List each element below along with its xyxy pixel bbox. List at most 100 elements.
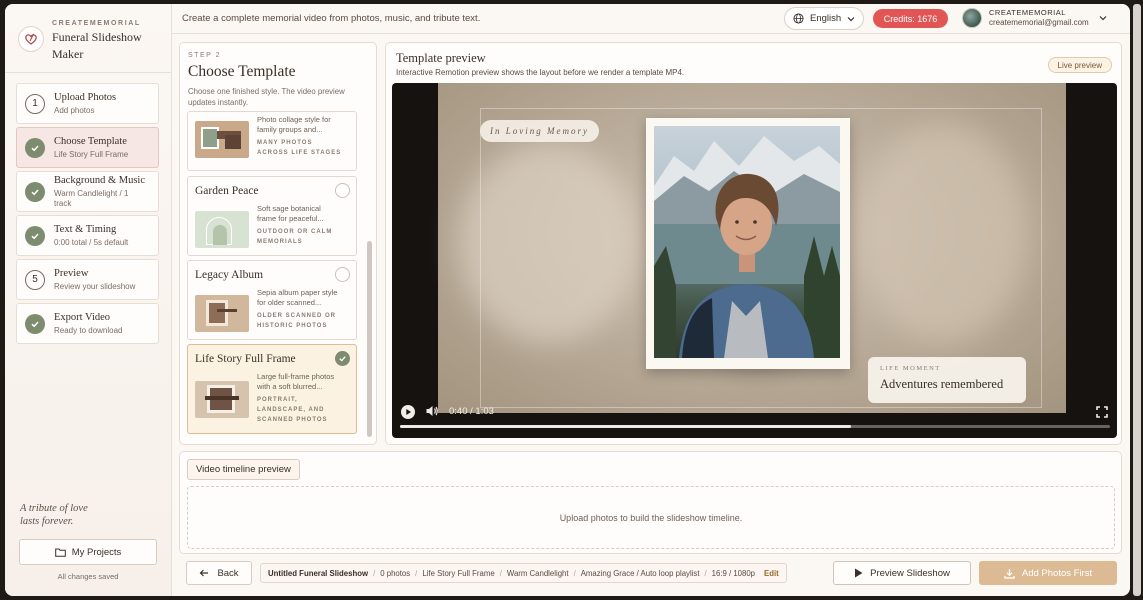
template-description-line-1: Soft sage botanical (257, 204, 321, 213)
step-title: Choose Template (54, 135, 127, 147)
template-panel-title: Choose Template (188, 63, 296, 80)
video-progress-track[interactable] (400, 425, 1110, 428)
template-description-line-1: Large full-frame photos (257, 372, 335, 381)
memory-pill: In Loving Memory (480, 120, 599, 142)
save-status: All changes saved (57, 572, 119, 581)
template-tag-line-1: OUTDOOR OR CALM (257, 229, 333, 235)
credits-badge[interactable]: Credits: 1676 (873, 9, 948, 28)
step-choose-template[interactable]: Choose Template Life Story Full Frame (16, 127, 159, 168)
template-card-collage[interactable]: Photo collage style for family groups an… (187, 111, 357, 171)
avatar (962, 8, 982, 28)
check-icon (25, 225, 45, 246)
tagline: Create a complete memorial video from ph… (182, 13, 481, 24)
life-moment-label: LIFE MOMENT (880, 365, 941, 372)
my-projects-button[interactable]: My Projects (19, 539, 157, 565)
template-name: Legacy Album (195, 269, 264, 281)
preview-title: Template preview (396, 51, 486, 65)
edit-link[interactable]: Edit (764, 569, 779, 578)
template-description-line-2: family groups and... (257, 125, 323, 134)
window-scrollbar[interactable] (1133, 4, 1141, 596)
step-number: 5 (25, 269, 45, 290)
summary-title: Untitled Funeral Slideshow (268, 568, 369, 578)
check-icon (25, 313, 45, 334)
step-subtitle-line-2: track (54, 198, 72, 208)
bottom-bar: Back Untitled Funeral Slideshow / 0 phot… (179, 557, 1122, 591)
app-window: CREATEMEMORIAL Funeral Slideshow Maker 1… (5, 4, 1130, 596)
check-icon (25, 137, 45, 158)
summary-photos: 0 photos (380, 568, 411, 578)
photo-mat (646, 118, 850, 369)
globe-icon (793, 13, 804, 24)
step-subtitle: Review your slideshow (54, 281, 136, 291)
step-background-music[interactable]: Background & Music Warm Candlelight / 1 … (16, 171, 159, 212)
template-card-legacy-album[interactable]: Legacy Album Sepia album paper style for… (187, 260, 357, 340)
timeline-drop-area[interactable]: Upload photos to build the slideshow tim… (187, 486, 1115, 549)
video-progress-fill (400, 425, 851, 428)
step-subtitle: Life Story Full Frame (54, 149, 129, 159)
portrait-photo (654, 126, 840, 358)
tribute-line-2: lasts forever. (20, 516, 74, 527)
heart-logo-icon (18, 26, 44, 52)
template-tag-line-1: PORTRAIT, (257, 397, 298, 403)
sidebar-divider (5, 72, 171, 73)
timeline-panel: Video timeline preview Upload photos to … (179, 451, 1122, 554)
account-menu[interactable]: CREATEMEMORIAL creatememorial@gmail.com (962, 8, 1107, 28)
video-time: 0:40 / 1:03 (449, 406, 494, 417)
video-controls: 0:40 / 1:03 (392, 391, 1117, 438)
summary-background: Warm Candlelight (506, 568, 569, 578)
play-icon[interactable] (401, 405, 415, 424)
step-title: Background & Music (54, 174, 145, 186)
sidebar: CREATEMEMORIAL Funeral Slideshow Maker 1… (5, 4, 172, 596)
add-photos-button[interactable]: Add Photos First (979, 561, 1117, 585)
language-label: English (810, 13, 842, 24)
step-upload-photos[interactable]: 1 Upload Photos Add photos (16, 83, 159, 124)
chevron-down-icon (1099, 16, 1107, 21)
selected-check-icon[interactable] (335, 351, 350, 366)
add-photos-label: Add Photos First (1021, 567, 1093, 579)
summary-template: Life Story Full Frame (422, 568, 495, 578)
top-bar: Create a complete memorial video from ph… (172, 4, 1130, 34)
chevron-down-icon (847, 16, 855, 21)
step-preview[interactable]: 5 Preview Review your slideshow (16, 259, 159, 300)
brand[interactable]: CREATEMEMORIAL Funeral Slideshow Maker (18, 18, 168, 62)
step-export-video[interactable]: Export Video Ready to download (16, 303, 159, 344)
volume-icon[interactable] (425, 404, 439, 423)
template-card-garden-peace[interactable]: Garden Peace Soft sage botanical frame f… (187, 176, 357, 256)
template-thumbnail (195, 381, 249, 418)
template-list-scrollbar[interactable] (367, 241, 372, 437)
video-player[interactable]: In Loving Memory LIFE MOMENT Adventures … (392, 83, 1117, 438)
step-subtitle: Ready to download (54, 325, 123, 335)
template-tag-line-2: MEMORIALS (257, 239, 303, 245)
template-tag-line-2: LANDSCAPE, AND (257, 407, 325, 413)
step-text-timing[interactable]: Text & Timing 0:00 total / 5s default (16, 215, 159, 256)
step-title: Upload Photos (54, 91, 117, 103)
template-description-line-1: Sepia album paper style (257, 288, 338, 297)
template-radio[interactable] (335, 183, 350, 198)
language-select[interactable]: English (784, 7, 864, 30)
preview-panel: Template preview Interactive Remotion pr… (385, 42, 1122, 445)
template-name: Life Story Full Frame (195, 353, 296, 365)
step-label: STEP 2 (188, 52, 221, 59)
fullscreen-icon[interactable] (1096, 405, 1108, 423)
timeline-preview-button[interactable]: Video timeline preview (187, 459, 300, 480)
template-name: Garden Peace (195, 185, 259, 197)
summary-format: 16:9 / 1080p (711, 568, 756, 578)
template-description-line-1: Photo collage style for (257, 115, 331, 124)
preview-slideshow-button[interactable]: Preview Slideshow (833, 561, 971, 585)
template-card-life-story-full-frame[interactable]: Life Story Full Frame Large full-frame p… (187, 344, 357, 434)
preview-subtitle: Interactive Remotion preview shows the l… (396, 68, 685, 77)
live-preview-badge: Live preview (1047, 57, 1112, 73)
tribute-text: A tribute of love lasts forever. (20, 502, 120, 528)
template-description-line-2: for older scanned... (257, 298, 322, 307)
back-button[interactable]: Back (186, 561, 252, 585)
template-thumbnail (195, 211, 249, 248)
video-frame: In Loving Memory LIFE MOMENT Adventures … (438, 83, 1066, 413)
template-radio[interactable] (335, 267, 350, 282)
account-name: CREATEMEMORIAL (989, 8, 1066, 17)
project-summary: Untitled Funeral Slideshow / 0 photos / … (260, 563, 787, 583)
account-email: creatememorial@gmail.com (989, 18, 1089, 27)
template-thumbnail (195, 295, 249, 332)
step-title: Export Video (54, 311, 111, 323)
template-tag-line-2: HISTORIC PHOTOS (257, 323, 328, 329)
template-panel-description: Choose one finished style. The video pre… (188, 87, 345, 107)
